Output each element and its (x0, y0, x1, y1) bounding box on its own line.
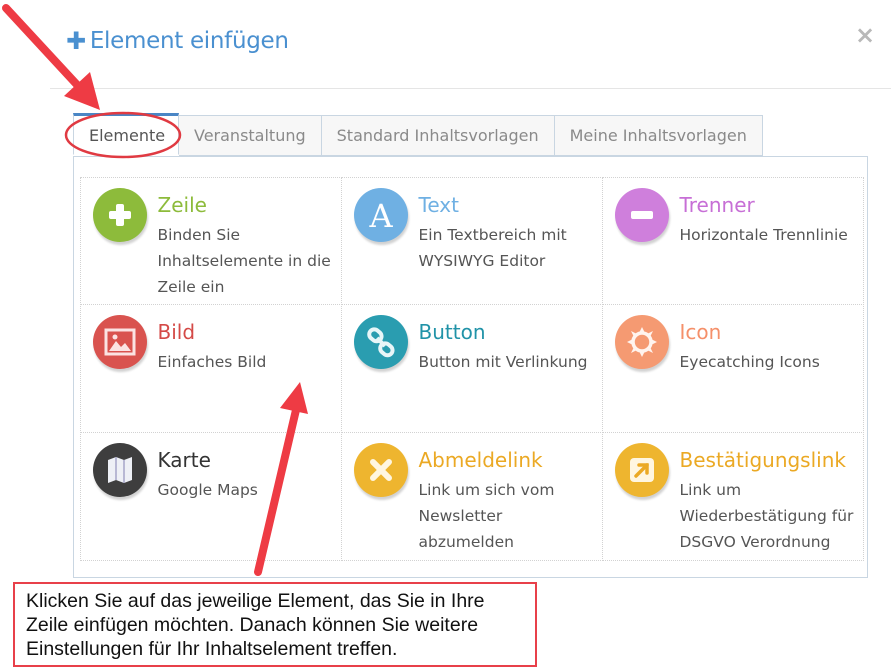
element-title: Icon (679, 319, 722, 344)
instruction-line: Klicken Sie auf das jeweilige Element, d… (26, 590, 485, 612)
element-description: Link um sich vom Newsletter abzumelden (418, 480, 555, 551)
modal-title: ✚ Element einfügen (66, 28, 289, 54)
element-abmeldelink[interactable]: Abmeldelink Link um sich vom Newsletter … (340, 431, 603, 561)
element-title: Text (418, 192, 459, 217)
tab-veranstaltung[interactable]: Veranstaltung (179, 115, 322, 156)
instruction-line: Zeile einfügen möchten. Danach können Si… (26, 614, 479, 636)
element-text[interactable]: A Text Ein Textbereich mit WYSIWYG Edito… (340, 176, 603, 305)
tab-meine-inhaltsvorlagen[interactable]: Meine Inhaltsvorlagen (554, 115, 763, 156)
external-link-icon (614, 442, 669, 497)
element-title: Karte (157, 447, 211, 472)
tab-standard-inhaltsvorlagen[interactable]: Standard Inhaltsvorlagen (321, 115, 555, 156)
element-icon[interactable]: Icon Eyecatching Icons (601, 303, 864, 433)
instruction-line: Einstellungen für Ihr Inhaltselement tre… (26, 638, 398, 660)
element-description: Google Maps (157, 480, 258, 499)
close-icon: × (854, 21, 876, 49)
plus-icon (92, 187, 147, 242)
close-button[interactable]: × (852, 22, 878, 48)
x-icon (353, 442, 408, 497)
plus-icon: ✚ (66, 27, 86, 55)
element-description: Button mit Verlinkung (418, 352, 588, 371)
tab-bar: Elemente Veranstaltung Standard Inhaltsv… (73, 113, 763, 156)
element-bestaetigungslink[interactable]: Bestätigungslink Link um Wiederbestätigu… (601, 431, 864, 561)
svg-text:A: A (368, 198, 393, 232)
element-title: Button (418, 319, 486, 344)
header-divider (50, 88, 891, 89)
map-icon (92, 442, 147, 497)
element-title: Trenner (679, 192, 755, 217)
letter-a-icon: A (353, 187, 408, 242)
element-description: Link um Wiederbestätigung für DSGVO Vero… (679, 480, 854, 551)
sun-icon (614, 314, 669, 369)
arrow-to-tab-icon (2, 4, 100, 110)
element-description: Horizontale Trennlinie (679, 225, 848, 244)
element-title: Bestätigungslink (679, 447, 846, 472)
image-icon (92, 314, 147, 369)
element-bild[interactable]: Bild Einfaches Bild (79, 303, 342, 433)
element-title: Bild (157, 319, 196, 344)
element-description: Eyecatching Icons (679, 352, 820, 371)
minus-icon (614, 187, 669, 242)
element-trenner[interactable]: Trenner Horizontale Trennlinie (601, 176, 864, 305)
element-description: Binden Sie Inhaltselemente in die Zeile … (157, 225, 331, 296)
element-description: Einfaches Bild (157, 352, 267, 371)
link-icon (353, 314, 408, 369)
element-grid: Zeile Binden Sie Inhaltselemente in die … (79, 176, 864, 561)
element-description: Ein Textbereich mit WYSIWYG Editor (418, 225, 567, 270)
tab-panel-elemente: Zeile Binden Sie Inhaltselemente in die … (73, 156, 868, 578)
element-karte[interactable]: Karte Google Maps (79, 431, 342, 561)
element-zeile[interactable]: Zeile Binden Sie Inhaltselemente in die … (79, 176, 342, 305)
instruction-callout: Klicken Sie auf das jeweilige Element, d… (13, 582, 537, 667)
element-title: Abmeldelink (418, 447, 543, 472)
modal-title-text: Element einfügen (89, 28, 289, 54)
element-button[interactable]: Button Button mit Verlinkung (340, 303, 603, 433)
element-title: Zeile (157, 192, 207, 217)
tab-elemente[interactable]: Elemente (73, 113, 179, 155)
